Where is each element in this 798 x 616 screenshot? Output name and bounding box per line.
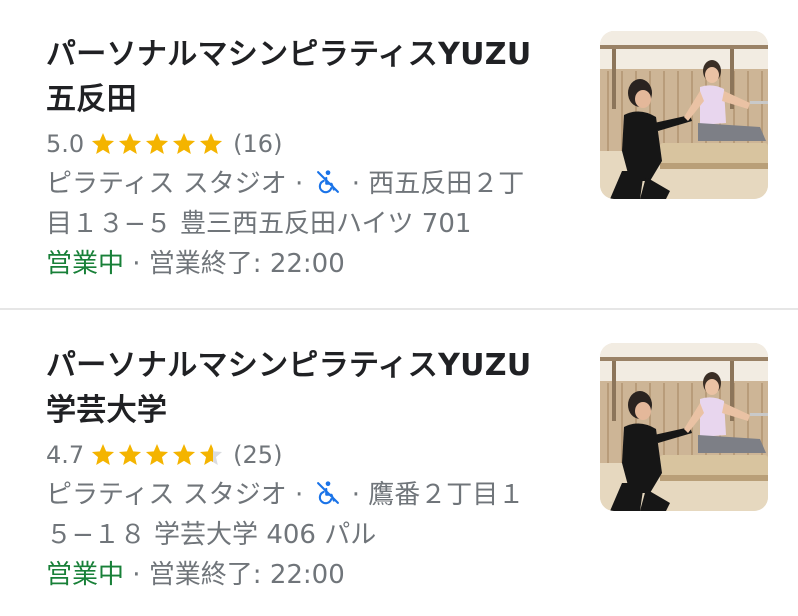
review-count[interactable]: (16) <box>233 130 282 158</box>
hours-row: 営業中 · 営業終了: 22:00 <box>46 555 566 595</box>
category-address: ピラティス スタジオ · · 西五反田２丁 目１３−５ 豊三西五反田ハイツ 70… <box>46 164 566 244</box>
star-icon <box>173 132 196 154</box>
wheelchair-inaccessible-icon <box>316 170 339 194</box>
star-icon <box>119 132 142 154</box>
place-category: ピラティス スタジオ · <box>46 169 304 199</box>
open-status: 営業中 <box>46 249 125 279</box>
result-info: パーソナルマシンピラティスYUZU 学芸大学 4.7 (25) ピラティス スタ… <box>46 343 566 595</box>
place-title-line1: パーソナルマシンピラティスYUZU <box>46 37 532 72</box>
open-status: 営業中 <box>46 560 125 590</box>
review-count[interactable]: (25) <box>233 441 282 469</box>
place-title-line2: 学芸大学 <box>46 393 168 428</box>
wheelchair-inaccessible-icon <box>316 481 339 505</box>
star-icon <box>119 443 142 465</box>
rating-value: 4.7 <box>46 441 85 469</box>
result-info: パーソナルマシンピラティスYUZU 五反田 5.0 (16) ピラティス スタジ… <box>46 32 566 284</box>
star-icon <box>92 132 115 154</box>
rating-value: 5.0 <box>46 130 85 158</box>
star-icon <box>200 443 223 465</box>
rating-row: 4.7 (25) <box>46 437 566 473</box>
category-address: ピラティス スタジオ · · 鷹番２丁目１ ５−１８ 学芸大学 406 パル <box>46 475 566 555</box>
pilates-studio-photo <box>600 31 768 199</box>
star-icon <box>146 132 169 154</box>
place-thumbnail[interactable] <box>600 343 768 511</box>
pilates-studio-photo <box>600 343 768 511</box>
result-divider <box>0 308 798 310</box>
star-rating <box>90 442 225 468</box>
address-part: · 鷹番２丁目１ <box>351 480 525 510</box>
rating-row: 5.0 (16) <box>46 126 566 162</box>
address-part: · 西五反田２丁 <box>351 169 525 199</box>
place-title[interactable]: パーソナルマシンピラティスYUZU 五反田 <box>46 32 566 122</box>
star-icon <box>92 443 115 465</box>
result-card[interactable]: パーソナルマシンピラティスYUZU 五反田 5.0 (16) ピラティス スタジ… <box>0 0 798 296</box>
closing-time: · 営業終了: 22:00 <box>124 249 345 279</box>
place-title-line1: パーソナルマシンピラティスYUZU <box>46 348 532 383</box>
place-category: ピラティス スタジオ · <box>46 480 304 510</box>
result-card[interactable]: パーソナルマシンピラティスYUZU 学芸大学 4.7 (25) ピラティス スタ… <box>0 311 798 607</box>
star-icon <box>200 132 223 154</box>
star-icon <box>146 443 169 465</box>
search-results-list: パーソナルマシンピラティスYUZU 五反田 5.0 (16) ピラティス スタジ… <box>0 0 798 616</box>
place-title[interactable]: パーソナルマシンピラティスYUZU 学芸大学 <box>46 343 566 433</box>
star-icon <box>173 443 196 465</box>
address-line2: 目１３−５ 豊三西五反田ハイツ 701 <box>46 209 472 239</box>
hours-row: 営業中 · 営業終了: 22:00 <box>46 244 566 284</box>
address-line2: ５−１８ 学芸大学 406 パル <box>46 520 377 550</box>
place-title-line2: 五反田 <box>46 82 137 117</box>
place-thumbnail[interactable] <box>600 31 768 199</box>
closing-time: · 営業終了: 22:00 <box>124 560 345 590</box>
star-rating <box>90 131 225 157</box>
